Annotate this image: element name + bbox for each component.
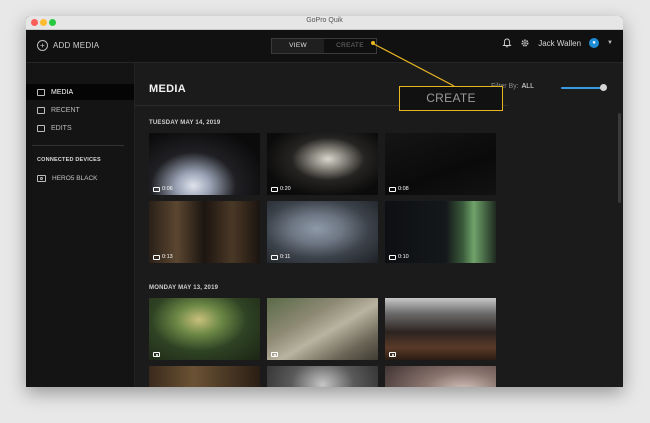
sidebar-item-media[interactable]: MEDIA [26, 84, 134, 100]
media-thumbnail[interactable]: 0:11 [267, 201, 378, 263]
connected-devices-heading: CONNECTED DEVICES [37, 157, 101, 163]
title-bar: GoPro Quik [26, 16, 623, 30]
page-title: MEDIA [149, 83, 186, 95]
media-thumbnail[interactable] [149, 298, 260, 360]
duration: 0:20 [280, 186, 291, 192]
media-thumbnail[interactable] [385, 298, 496, 360]
add-media-button[interactable]: + ADD MEDIA [37, 40, 99, 51]
video-badge: 0:06 [153, 186, 173, 192]
plus-icon: + [37, 40, 48, 51]
window-title: GoPro Quik [306, 17, 343, 24]
zoom-slider-handle[interactable] [600, 84, 607, 91]
bell-icon[interactable] [502, 38, 512, 48]
app-window: GoPro Quik + ADD MEDIA VIEW CREATE Jack … [26, 16, 623, 387]
video-badge: 0:08 [389, 186, 409, 192]
scrollbar[interactable] [618, 113, 621, 203]
video-camera-icon [389, 186, 396, 192]
sidebar-item-label: MEDIA [51, 88, 74, 96]
media-thumbnail[interactable] [149, 366, 260, 387]
callout-anchor-dot [371, 41, 375, 45]
camera-icon [37, 175, 46, 182]
media-icon [37, 88, 45, 96]
video-camera-icon [153, 254, 160, 260]
photo-badge [389, 352, 396, 357]
date-heading: TUESDAY MAY 14, 2019 [149, 120, 221, 126]
sidebar: MEDIA RECENT EDITS CONNECTED DEVICES HER… [26, 63, 135, 387]
media-thumbnail[interactable]: 0:06 [149, 133, 260, 195]
duration: 0:06 [162, 186, 173, 192]
sidebar-item-recent[interactable]: RECENT [26, 102, 134, 118]
media-panel: MEDIA Filter By: ALL TUESDAY MAY 14, 2019… [135, 63, 623, 387]
photo-camera-icon [153, 352, 160, 357]
video-camera-icon [153, 186, 160, 192]
video-badge: 0:20 [271, 186, 291, 192]
zoom-slider-track[interactable] [561, 87, 604, 89]
gear-icon[interactable] [520, 38, 530, 48]
top-bar: + ADD MEDIA VIEW CREATE Jack Wallen ● ▼ [26, 30, 623, 63]
sidebar-item-label: RECENT [51, 106, 80, 114]
recent-icon [37, 106, 45, 114]
video-badge: 0:13 [153, 254, 173, 260]
video-badge: 0:11 [271, 254, 290, 260]
duration: 0:11 [280, 254, 291, 260]
filter-value[interactable]: ALL [522, 83, 534, 90]
media-thumbnail[interactable]: 0:20 [267, 133, 378, 195]
user-name[interactable]: Jack Wallen [538, 39, 581, 48]
photo-badge [271, 352, 278, 357]
duration: 0:08 [398, 186, 409, 192]
media-thumbnail[interactable] [267, 366, 378, 387]
device-label: HERO5 BLACK [52, 175, 98, 182]
media-thumbnail[interactable]: 0:08 [385, 133, 496, 195]
chevron-down-icon[interactable]: ▼ [607, 40, 613, 46]
media-thumbnail[interactable] [267, 298, 378, 360]
media-thumbnail[interactable]: 0:13 [149, 201, 260, 263]
sidebar-item-label: EDITS [51, 124, 72, 132]
avatar-icon[interactable]: ● [589, 38, 600, 48]
video-camera-icon [271, 186, 278, 192]
date-heading: MONDAY MAY 13, 2019 [149, 285, 219, 291]
view-create-tabs: VIEW CREATE [271, 38, 377, 54]
media-thumbnail[interactable] [385, 366, 496, 387]
device-item[interactable]: HERO5 BLACK [37, 175, 98, 182]
duration: 0:10 [398, 254, 409, 260]
tab-create[interactable]: CREATE [324, 39, 376, 53]
user-area: Jack Wallen ● ▼ [502, 38, 613, 48]
tab-view[interactable]: VIEW [272, 39, 324, 53]
edits-icon [37, 124, 45, 132]
photo-camera-icon [389, 352, 396, 357]
sidebar-divider [32, 145, 124, 146]
photo-badge [153, 352, 160, 357]
duration: 0:13 [162, 254, 173, 260]
add-media-label: ADD MEDIA [53, 41, 100, 50]
video-badge: 0:10 [389, 254, 409, 260]
video-camera-icon [271, 254, 278, 260]
media-thumbnail[interactable]: 0:10 [385, 201, 496, 263]
photo-camera-icon [271, 352, 278, 357]
create-callout: CREATE [399, 86, 503, 111]
sidebar-item-edits[interactable]: EDITS [26, 120, 134, 136]
video-camera-icon [389, 254, 396, 260]
